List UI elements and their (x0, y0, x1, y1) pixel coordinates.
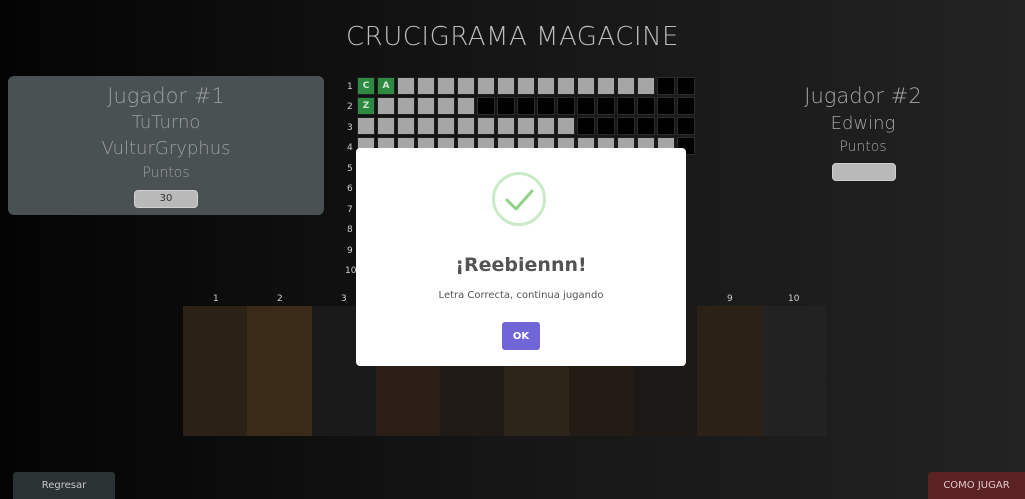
player1-name: TuTurno (131, 112, 201, 133)
row-number: 3 (347, 123, 353, 133)
row-number: 1 (347, 82, 353, 92)
crossword-cell[interactable]: Z (357, 97, 375, 115)
back-button[interactable]: Regresar (13, 472, 115, 499)
player1-label: Jugador #1 (107, 84, 225, 108)
crossword-cell[interactable] (477, 77, 495, 95)
ok-button[interactable]: OK (502, 322, 540, 350)
crossword-cell[interactable] (637, 77, 655, 95)
crossword-cell (677, 97, 695, 115)
crossword-cell[interactable] (397, 97, 415, 115)
crossword-cell[interactable]: C (357, 77, 375, 95)
player1-panel: Jugador #1 TuTurno VulturGryphus Puntos … (8, 76, 324, 215)
crossword-cell[interactable] (517, 117, 535, 135)
column-number: 1 (213, 294, 219, 304)
crossword-cell[interactable] (457, 77, 475, 95)
crossword-cell[interactable] (577, 77, 595, 95)
crossword-cell[interactable] (477, 117, 495, 135)
column-number: 3 (341, 294, 347, 304)
crossword-cell[interactable]: A (377, 77, 395, 95)
crossword-cell[interactable] (437, 97, 455, 115)
player2-score (832, 163, 896, 181)
player1-score: 30 (134, 190, 198, 208)
clue-image[interactable] (183, 306, 248, 436)
row-number: 10 (345, 266, 357, 276)
crossword-cell[interactable] (417, 77, 435, 95)
crossword-cell[interactable] (497, 117, 515, 135)
crossword-cell (497, 97, 515, 115)
crossword-cell (657, 77, 675, 95)
crossword-cell[interactable] (377, 117, 395, 135)
clue-image[interactable] (247, 306, 312, 436)
success-check-icon (492, 172, 546, 226)
column-number: 2 (277, 294, 283, 304)
crossword-cell[interactable] (457, 117, 475, 135)
crossword-cell[interactable] (617, 77, 635, 95)
crossword-cell (657, 97, 675, 115)
crossword-cell[interactable] (397, 117, 415, 135)
crossword-cell[interactable] (357, 117, 375, 135)
crossword-cell[interactable] (417, 97, 435, 115)
crossword-cell (477, 97, 495, 115)
clue-image[interactable] (761, 306, 826, 436)
crossword-cell (537, 97, 555, 115)
column-number: 10 (788, 294, 800, 304)
player2-panel: Jugador #2 Edwing Puntos (760, 80, 966, 190)
crossword-cell (577, 117, 595, 135)
player2-name: Edwing (830, 113, 896, 134)
how-to-play-button[interactable]: COMO JUGAR (928, 472, 1025, 499)
crossword-cell[interactable] (437, 117, 455, 135)
crossword-cell (677, 117, 695, 135)
crossword-cell[interactable] (597, 77, 615, 95)
crossword-cell (577, 97, 595, 115)
crossword-cell[interactable] (537, 117, 555, 135)
player1-name-secondary: VulturGryphus (101, 138, 231, 159)
crossword-cell (677, 77, 695, 95)
crossword-cell[interactable] (537, 77, 555, 95)
player2-label: Jugador #2 (804, 84, 922, 108)
crossword-cell[interactable] (497, 77, 515, 95)
crossword-cell (637, 97, 655, 115)
crossword-cell (657, 117, 675, 135)
crossword-cell (637, 117, 655, 135)
player2-points-label: Puntos (839, 139, 887, 155)
crossword-cell (597, 97, 615, 115)
player1-points-label: Puntos (142, 165, 190, 181)
crossword-cell[interactable] (397, 77, 415, 95)
dialog-title: ¡Reebiennn! (455, 254, 587, 276)
crossword-cell (617, 97, 635, 115)
crossword-cell[interactable] (557, 117, 575, 135)
crossword-cell (597, 117, 615, 135)
dialog-message: Letra Correcta, continua jugando (438, 290, 604, 301)
page-title: CRUCIGRAMA MAGACINE (346, 22, 679, 52)
success-dialog: ¡Reebiennn! Letra Correcta, continua jug… (356, 148, 686, 366)
crossword-cell[interactable] (557, 77, 575, 95)
crossword-cell[interactable] (457, 97, 475, 115)
clue-image[interactable] (697, 306, 762, 436)
crossword-cell (557, 97, 575, 115)
crossword-cell (517, 97, 535, 115)
row-number: 2 (347, 102, 353, 112)
column-number: 9 (727, 294, 733, 304)
crossword-cell[interactable] (417, 117, 435, 135)
crossword-cell[interactable] (437, 77, 455, 95)
crossword-cell (617, 117, 635, 135)
crossword-cell[interactable] (377, 97, 395, 115)
crossword-cell[interactable] (517, 77, 535, 95)
